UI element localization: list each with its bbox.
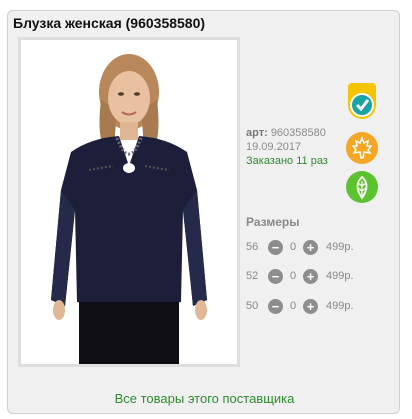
quantity-value: 0 bbox=[289, 300, 297, 312]
size-row: 50 − 0 + 499р. bbox=[246, 298, 354, 314]
product-title: Блузка женская (960358580) bbox=[13, 15, 206, 31]
product-info: арт: 960358580 19.09.2017 Заказано 11 ра… bbox=[246, 126, 328, 168]
size-value: 52 bbox=[246, 270, 259, 282]
size-row: 52 − 0 + 499р. bbox=[246, 268, 354, 284]
plus-icon[interactable]: + bbox=[303, 268, 318, 284]
size-price: 499р. bbox=[326, 241, 354, 253]
article-label: арт: bbox=[246, 127, 268, 139]
check-icon[interactable] bbox=[348, 83, 376, 119]
quantity-value: 0 bbox=[289, 270, 297, 282]
size-row: 56 − 0 + 499р. bbox=[246, 239, 354, 255]
article-value: 960358580 bbox=[270, 127, 326, 139]
plus-icon[interactable]: + bbox=[303, 239, 318, 255]
sizes-title: Размеры bbox=[246, 215, 300, 229]
supplier-products-link[interactable]: Все товары этого поставщика bbox=[8, 391, 401, 406]
size-price: 499р. bbox=[326, 270, 354, 282]
plus-icon[interactable]: + bbox=[303, 298, 318, 314]
quantity-value: 0 bbox=[289, 241, 297, 253]
leaf-icon[interactable] bbox=[346, 171, 378, 203]
product-card: Блузка женская (960358580) арт: 96035858… bbox=[7, 10, 400, 414]
minus-icon[interactable]: − bbox=[268, 298, 283, 314]
size-value: 56 bbox=[246, 241, 259, 253]
product-photo[interactable] bbox=[18, 37, 240, 367]
ordered-count: Заказано 11 раз bbox=[246, 155, 328, 167]
size-value: 50 bbox=[246, 300, 259, 312]
minus-icon[interactable]: − bbox=[268, 239, 283, 255]
size-price: 499р. bbox=[326, 300, 354, 312]
product-date: 19.09.2017 bbox=[246, 141, 302, 153]
maple-leaf-icon[interactable] bbox=[346, 132, 378, 164]
minus-icon[interactable]: − bbox=[268, 268, 283, 284]
